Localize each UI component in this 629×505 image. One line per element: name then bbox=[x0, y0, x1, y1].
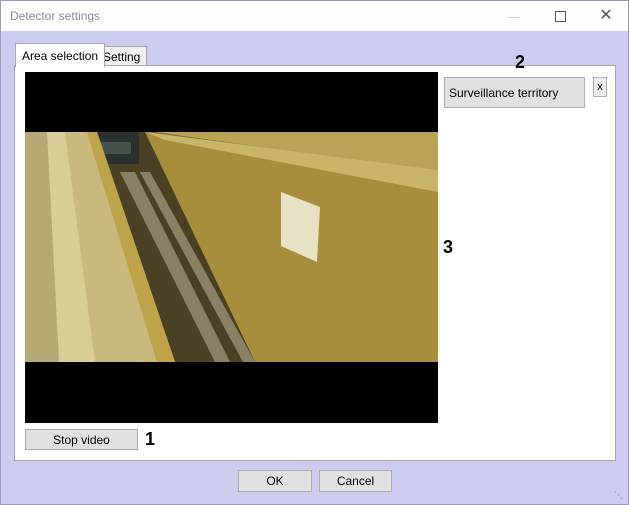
surveillance-territory-button[interactable]: Surveillance territory bbox=[444, 77, 585, 108]
callout-1: 1 bbox=[145, 429, 156, 449]
video-preview[interactable] bbox=[25, 72, 438, 423]
minimize-button[interactable]: — bbox=[491, 1, 537, 31]
callout-2: 2 bbox=[515, 52, 526, 72]
callout-3: 3 bbox=[443, 237, 454, 257]
stop-video-button[interactable]: Stop video bbox=[25, 429, 138, 450]
area-selection-panel: Stop video Surveillance territory x bbox=[14, 65, 616, 461]
remove-area-button[interactable]: x bbox=[593, 77, 607, 97]
close-icon: ✕ bbox=[599, 7, 613, 24]
cancel-button[interactable]: Cancel bbox=[319, 470, 392, 492]
camera-frame-image bbox=[25, 132, 438, 362]
close-button[interactable]: ✕ bbox=[583, 1, 629, 31]
resize-grip-icon[interactable]: ⋱ bbox=[614, 490, 624, 500]
window-title: Detector settings bbox=[10, 9, 101, 23]
maximize-button[interactable] bbox=[537, 1, 583, 31]
ok-button[interactable]: OK bbox=[238, 470, 312, 492]
maximize-icon bbox=[554, 10, 566, 22]
minimize-icon: — bbox=[507, 8, 521, 24]
tab-area-selection[interactable]: Area selection bbox=[15, 43, 106, 67]
title-bar[interactable]: Detector settings — ✕ bbox=[1, 1, 628, 31]
detector-settings-window: Detector settings — ✕ Area selection Set… bbox=[0, 0, 629, 505]
